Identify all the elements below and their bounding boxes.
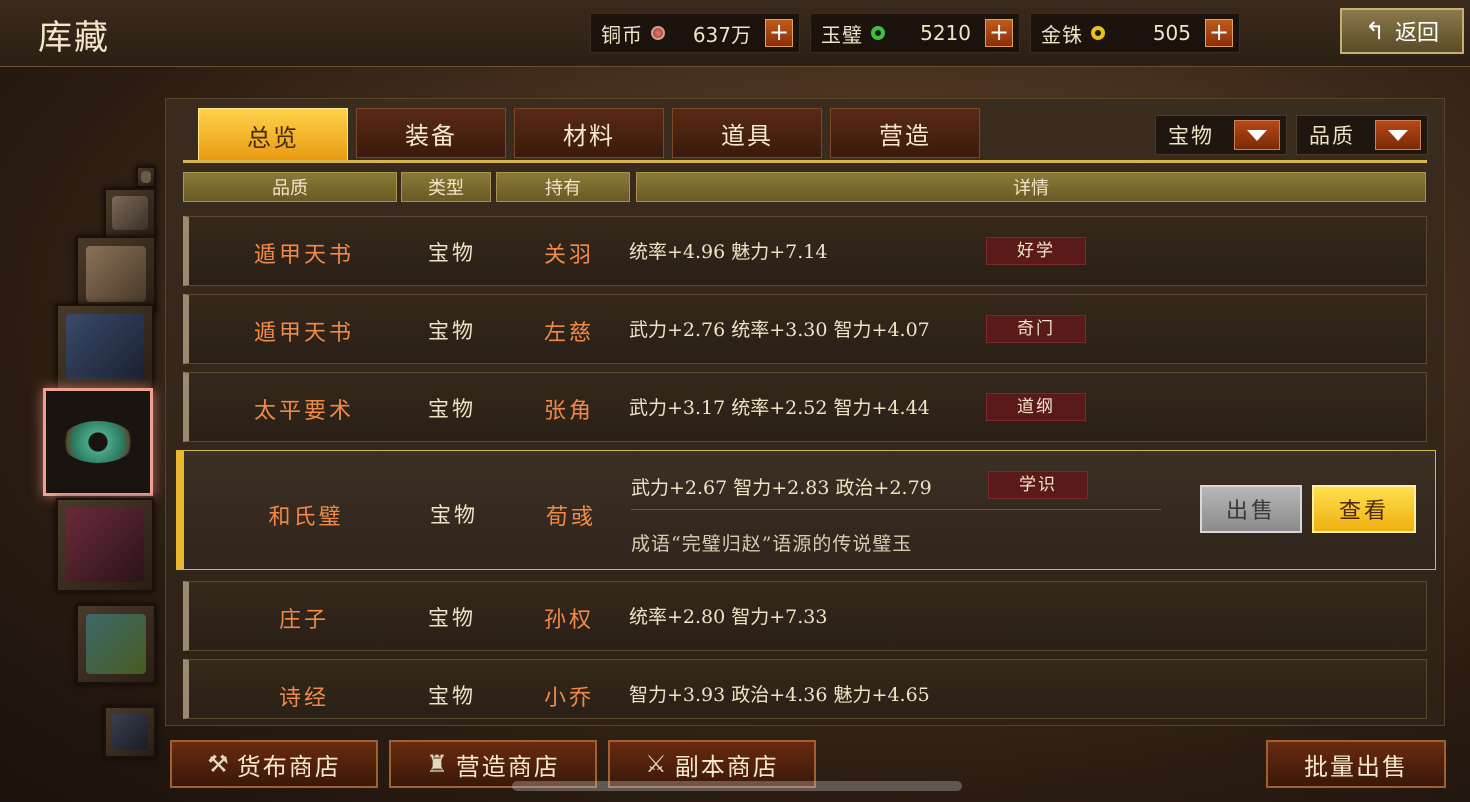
jade-disc-icon bbox=[62, 421, 134, 463]
table-row[interactable]: 遁甲天书 宝物 关羽 统率+4.96 魅力+7.14 好学 bbox=[183, 216, 1427, 286]
item-thumb-1[interactable] bbox=[136, 166, 156, 188]
sword-icon: ⚔ bbox=[645, 750, 669, 778]
quality-filter-dropdown[interactable]: 品质 bbox=[1296, 115, 1428, 155]
item-type: 宝物 bbox=[430, 503, 478, 527]
item-type: 宝物 bbox=[428, 684, 476, 708]
item-owner: 小乔 bbox=[543, 686, 594, 711]
quality-filter-value: 品质 bbox=[1309, 124, 1355, 148]
tab-underline bbox=[183, 160, 1427, 163]
table-row[interactable]: 太平要术 宝物 张角 武力+3.17 统率+2.52 智力+4.44 道纲 bbox=[183, 372, 1427, 442]
item-skill-tag: 奇门 bbox=[986, 315, 1086, 343]
jade-icon bbox=[871, 26, 885, 40]
item-skill-tag: 好学 bbox=[986, 237, 1086, 265]
detail-divider bbox=[631, 509, 1161, 510]
item-owner: 左慈 bbox=[543, 321, 594, 346]
add-gold-button[interactable]: + bbox=[1205, 19, 1233, 47]
add-jade-button[interactable]: + bbox=[985, 19, 1013, 47]
item-thumb-7[interactable] bbox=[76, 604, 156, 684]
copper-coin-value: 637万 bbox=[692, 22, 751, 47]
type-filter-dropdown[interactable]: 宝物 bbox=[1155, 115, 1287, 155]
item-stats: 武力+3.17 统率+2.52 智力+4.44 bbox=[629, 397, 930, 419]
item-owner: 张角 bbox=[543, 399, 594, 424]
column-header-type[interactable]: 类型 bbox=[401, 172, 491, 202]
item-name: 庄子 bbox=[278, 608, 329, 633]
tower-icon: ♜ bbox=[426, 750, 450, 778]
gold-label: 金铢 bbox=[1041, 22, 1083, 47]
item-name: 诗经 bbox=[278, 686, 329, 711]
dungeon-shop-label: 副本商店 bbox=[674, 752, 779, 781]
tab-equipment[interactable]: 装备 bbox=[356, 108, 506, 158]
item-description: 成语“完璧归赵”语源的传说璧玉 bbox=[631, 533, 913, 555]
table-row[interactable]: 遁甲天书 宝物 左慈 武力+2.76 统率+3.30 智力+4.07 奇门 bbox=[183, 294, 1427, 364]
back-button[interactable]: ↰ 返回 bbox=[1340, 8, 1464, 54]
copper-coin-counter: 铜币 637万 + bbox=[590, 13, 800, 53]
item-skill-tag: 道纲 bbox=[986, 393, 1086, 421]
item-name: 遁甲天书 bbox=[253, 321, 354, 346]
item-name: 遁甲天书 bbox=[253, 243, 354, 268]
chevron-down-icon bbox=[1234, 120, 1280, 150]
item-stats: 统率+2.80 智力+7.33 bbox=[629, 606, 828, 628]
item-stats: 智力+3.93 政治+4.36 魅力+4.65 bbox=[629, 684, 930, 706]
tab-materials[interactable]: 材料 bbox=[514, 108, 664, 158]
gold-counter: 金铢 505 + bbox=[1030, 13, 1240, 53]
item-type: 宝物 bbox=[428, 397, 476, 421]
jade-label: 玉璧 bbox=[821, 22, 863, 47]
table-row[interactable]: 庄子 宝物 孙权 统率+2.80 智力+7.33 bbox=[183, 581, 1427, 651]
column-header-owner[interactable]: 持有 bbox=[496, 172, 630, 202]
column-header-quality[interactable]: 品质 bbox=[183, 172, 397, 202]
item-type: 宝物 bbox=[428, 319, 476, 343]
item-stats: 武力+2.76 统率+3.30 智力+4.07 bbox=[629, 319, 930, 341]
back-label: 返回 bbox=[1395, 21, 1440, 46]
item-type: 宝物 bbox=[428, 606, 476, 630]
item-owner: 关羽 bbox=[543, 243, 594, 268]
copper-coin-icon bbox=[651, 26, 665, 40]
page-title: 库藏 bbox=[38, 18, 110, 58]
type-filter-value: 宝物 bbox=[1168, 124, 1214, 148]
item-owner: 孙权 bbox=[543, 608, 594, 633]
item-type: 宝物 bbox=[428, 241, 476, 265]
back-arrow-icon: ↰ bbox=[1364, 17, 1386, 45]
jade-value: 5210 bbox=[920, 21, 971, 45]
add-copper-button[interactable]: + bbox=[765, 19, 793, 47]
home-indicator bbox=[512, 781, 962, 791]
item-owner: 荀彧 bbox=[545, 505, 596, 530]
spade-coin-icon: ⚒ bbox=[207, 750, 231, 778]
item-name: 太平要术 bbox=[253, 399, 354, 424]
tab-construction[interactable]: 营造 bbox=[830, 108, 980, 158]
item-thumb-2[interactable] bbox=[104, 188, 156, 238]
copper-coin-label: 铜币 bbox=[601, 22, 643, 47]
item-name: 和氏璧 bbox=[268, 505, 344, 530]
item-thumb-selected[interactable] bbox=[43, 388, 153, 496]
column-header-detail: 详情 bbox=[636, 172, 1426, 202]
jade-counter: 玉璧 5210 + bbox=[810, 13, 1020, 53]
bulk-sell-button[interactable]: 批量出售 bbox=[1266, 740, 1446, 788]
item-stats: 武力+2.67 智力+2.83 政治+2.79 bbox=[631, 477, 932, 499]
item-stats: 统率+4.96 魅力+7.14 bbox=[629, 241, 828, 263]
build-shop-label: 营造商店 bbox=[455, 752, 560, 781]
gold-coin-icon bbox=[1091, 26, 1105, 40]
item-thumb-4[interactable] bbox=[56, 304, 154, 390]
gold-value: 505 bbox=[1152, 21, 1191, 45]
table-row[interactable]: 诗经 宝物 小乔 智力+3.93 政治+4.36 魅力+4.65 bbox=[183, 659, 1427, 719]
item-thumb-8[interactable] bbox=[104, 706, 156, 758]
tab-overview[interactable]: 总览 bbox=[198, 108, 348, 162]
category-tabs: 总览 装备 材料 道具 营造 bbox=[198, 108, 980, 162]
currency-shop-label: 货布商店 bbox=[236, 752, 341, 781]
sell-button[interactable]: 出售 bbox=[1200, 485, 1302, 533]
currency-shop-button[interactable]: ⚒ 货布商店 bbox=[170, 740, 378, 788]
tab-items[interactable]: 道具 bbox=[672, 108, 822, 158]
chevron-down-icon bbox=[1375, 120, 1421, 150]
item-skill-tag: 学识 bbox=[988, 471, 1088, 499]
item-thumb-6[interactable] bbox=[56, 498, 154, 592]
view-button[interactable]: 查看 bbox=[1312, 485, 1416, 533]
item-thumb-3[interactable] bbox=[76, 236, 156, 312]
